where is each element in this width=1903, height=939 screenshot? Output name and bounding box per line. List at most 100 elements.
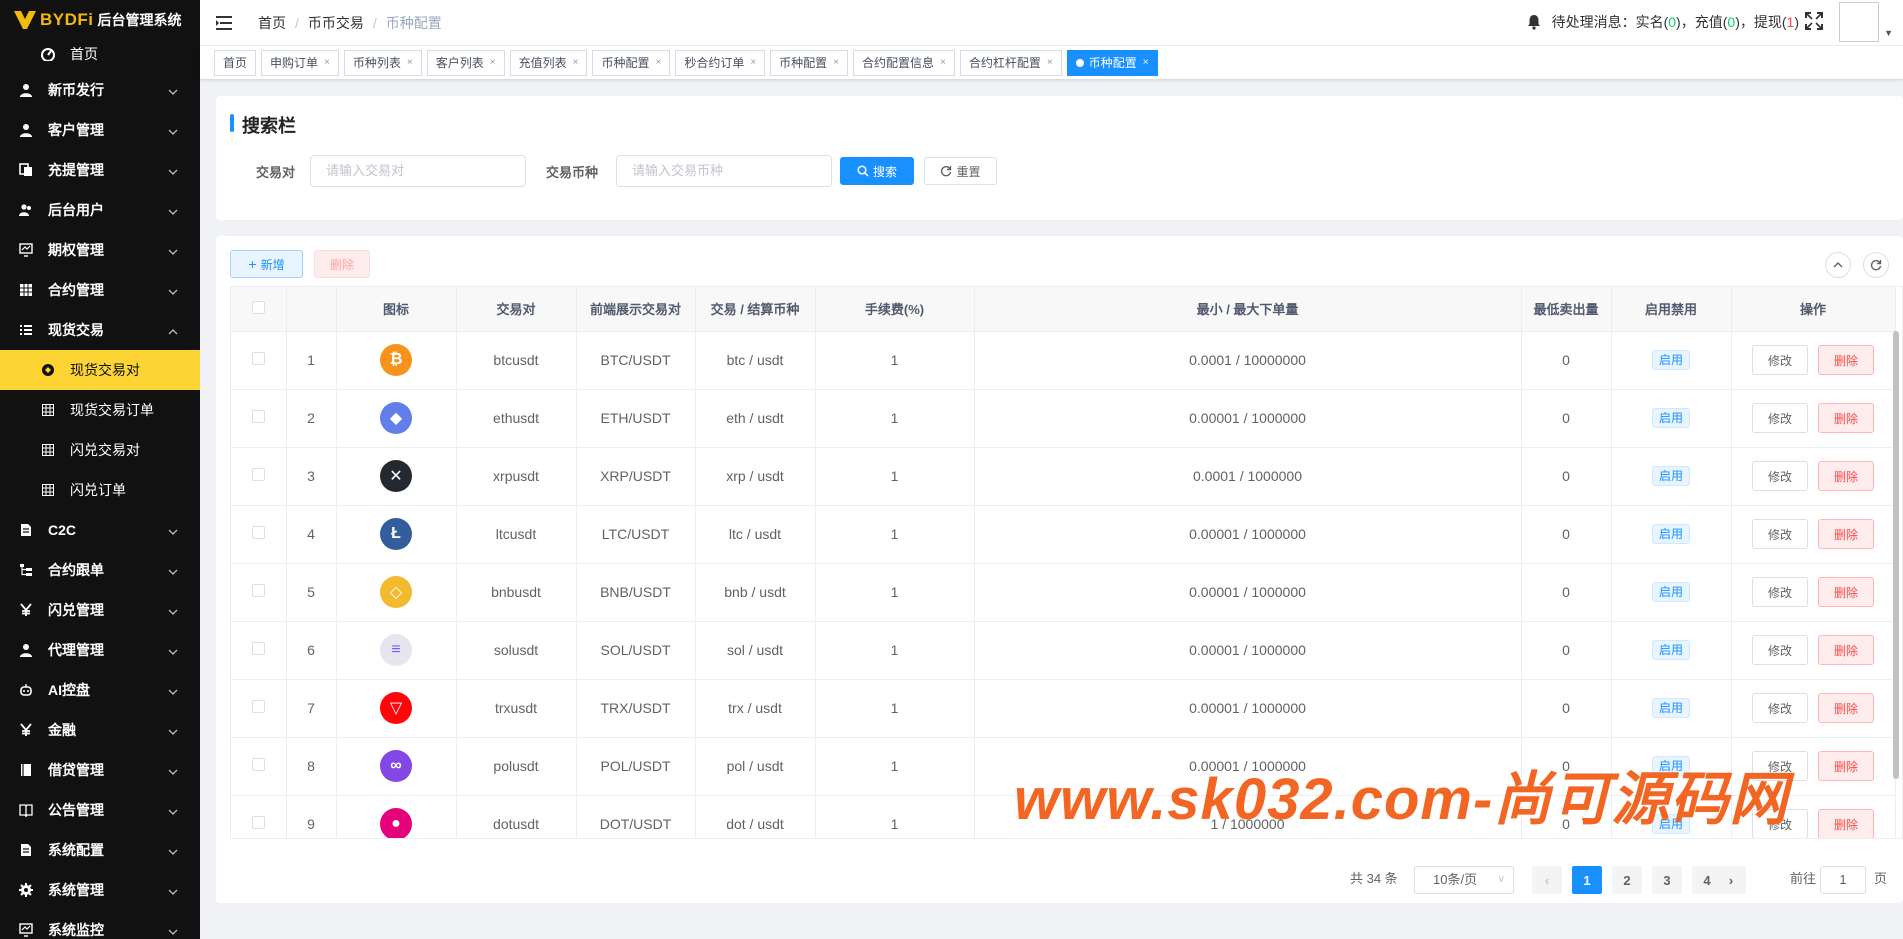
delete-button[interactable]: 删除 <box>1818 519 1874 549</box>
row-checkbox[interactable] <box>251 700 265 713</box>
pair-search-input[interactable]: 请输入交易对 <box>310 155 526 187</box>
sidebar-menu-item[interactable]: 系统配置 <box>0 830 200 870</box>
breadcrumb-item[interactable]: 币币交易 <box>308 13 364 33</box>
close-icon[interactable]: × <box>324 51 330 75</box>
sidebar-item-home[interactable]: 首页 <box>0 38 200 70</box>
add-button[interactable]: + 新增 <box>230 250 303 278</box>
sidebar-menu-item[interactable]: AI控盘 <box>0 670 200 710</box>
delete-button[interactable]: 删除 <box>1818 635 1874 665</box>
sidebar-menu-item[interactable]: 系统管理 <box>0 870 200 910</box>
sidebar-subitem[interactable]: 闪兑订单 <box>0 470 200 510</box>
sidebar-menu-item[interactable]: 公告管理 <box>0 790 200 830</box>
tag-item[interactable]: 秒合约订单 × <box>675 49 766 76</box>
row-checkbox[interactable] <box>251 410 265 423</box>
close-icon[interactable]: × <box>1047 51 1053 75</box>
sidebar-menu-item[interactable]: 现货交易 <box>0 310 200 350</box>
edit-button[interactable]: 修改 <box>1752 345 1808 375</box>
row-checkbox[interactable] <box>251 584 265 597</box>
tag-item[interactable]: 充值列表 × <box>509 49 588 76</box>
sidebar-menu-item[interactable]: C2C <box>0 510 200 550</box>
edit-button[interactable]: 修改 <box>1752 635 1808 665</box>
notice-kyc[interactable]: 实名 <box>1636 12 1664 32</box>
sidebar-menu-item[interactable]: 代理管理 <box>0 630 200 670</box>
sidebar-menu-item[interactable]: 后台用户 <box>0 190 200 230</box>
edit-button[interactable]: 修改 <box>1752 577 1808 607</box>
reset-button[interactable]: 重置 <box>924 157 997 185</box>
tag-item[interactable]: 合约杠杆配置 × <box>959 49 1062 76</box>
status-badge[interactable]: 启用 <box>1651 582 1690 602</box>
close-icon[interactable]: × <box>833 51 839 75</box>
coin-search-input[interactable]: 请输入交易币种 <box>616 155 832 187</box>
caret-down-icon[interactable]: ▼ <box>1884 28 1893 38</box>
sidebar-menu-item[interactable]: 合约跟单 <box>0 550 200 590</box>
tag-item[interactable]: 客户列表 × <box>426 49 505 76</box>
delete-button[interactable]: 删除 <box>1818 751 1874 781</box>
row-checkbox[interactable] <box>251 758 265 771</box>
delete-button[interactable]: 删除 <box>1818 577 1874 607</box>
edit-button[interactable]: 修改 <box>1752 403 1808 433</box>
refresh-table-button[interactable] <box>1863 252 1889 278</box>
edit-button[interactable]: 修改 <box>1752 519 1808 549</box>
row-checkbox[interactable] <box>251 816 265 829</box>
sidebar-subitem[interactable]: 现货交易订单 <box>0 390 200 430</box>
page-number-button[interactable]: 2 <box>1612 866 1642 894</box>
sidebar-menu-item[interactable]: 合约管理 <box>0 270 200 310</box>
sidebar-menu-item[interactable]: 充提管理 <box>0 150 200 190</box>
goto-page-input[interactable]: 1 <box>1820 866 1866 894</box>
table-scrollbar[interactable] <box>1893 331 1899 779</box>
batch-delete-button[interactable]: 删除 <box>314 250 370 278</box>
sidebar-menu-item[interactable]: 期权管理 <box>0 230 200 270</box>
tag-item[interactable]: 币种列表 × <box>343 49 422 76</box>
page-size-select[interactable]: 10条/页 ∨ <box>1414 866 1514 894</box>
delete-button[interactable]: 删除 <box>1818 403 1874 433</box>
tag-item[interactable]: 币种配置 × <box>1066 49 1158 76</box>
sidebar-menu-item[interactable]: 客户管理 <box>0 110 200 150</box>
breadcrumb-item[interactable]: 首页 <box>258 13 286 33</box>
row-checkbox[interactable] <box>251 642 265 655</box>
sidebar-menu-item[interactable]: 新币发行 <box>0 70 200 110</box>
next-page-button[interactable]: › <box>1716 866 1746 894</box>
delete-button[interactable]: 删除 <box>1818 809 1874 838</box>
fullscreen-icon[interactable] <box>1805 12 1823 30</box>
notice-deposit[interactable]: 充值 <box>1695 12 1723 32</box>
status-badge[interactable]: 启用 <box>1651 698 1690 718</box>
tag-item[interactable]: 申购订单 × <box>261 49 339 76</box>
page-number-button[interactable]: 1 <box>1572 866 1602 894</box>
tag-item[interactable]: 首页 <box>214 49 257 76</box>
sidebar-subitem[interactable]: 现货交易对 <box>0 350 200 390</box>
tag-item[interactable]: 合约配置信息 × <box>853 49 955 76</box>
close-icon[interactable]: × <box>407 51 413 75</box>
close-icon[interactable]: × <box>940 51 946 75</box>
status-badge[interactable]: 启用 <box>1651 640 1690 660</box>
notice-withdraw[interactable]: 提现 <box>1754 12 1782 32</box>
status-badge[interactable]: 启用 <box>1651 466 1690 486</box>
toggle-search-button[interactable] <box>1825 252 1851 278</box>
select-all-checkbox[interactable] <box>251 300 265 314</box>
search-button[interactable]: 搜索 <box>840 157 914 185</box>
delete-button[interactable]: 删除 <box>1818 345 1874 375</box>
row-checkbox[interactable] <box>251 468 265 481</box>
sidebar-menu-item[interactable]: 系统监控 <box>0 910 200 939</box>
tag-item[interactable]: 币种配置 × <box>592 49 671 76</box>
close-icon[interactable]: × <box>490 51 496 75</box>
edit-button[interactable]: 修改 <box>1752 461 1808 491</box>
row-checkbox[interactable] <box>251 526 265 539</box>
bell-icon[interactable] <box>1526 14 1542 30</box>
sidebar-menu-item[interactable]: 借贷管理 <box>0 750 200 790</box>
close-icon[interactable]: × <box>655 51 661 75</box>
row-checkbox[interactable] <box>251 352 265 365</box>
page-number-button[interactable]: 3 <box>1652 866 1682 894</box>
status-badge[interactable]: 启用 <box>1651 408 1690 428</box>
status-badge[interactable]: 启用 <box>1651 350 1690 370</box>
prev-page-button[interactable]: ‹ <box>1532 866 1562 894</box>
avatar[interactable] <box>1839 2 1879 42</box>
delete-button[interactable]: 删除 <box>1818 693 1874 723</box>
close-icon[interactable]: × <box>573 51 579 75</box>
sidebar-menu-item[interactable]: 闪兑管理 <box>0 590 200 630</box>
close-icon[interactable]: × <box>750 51 756 75</box>
delete-button[interactable]: 删除 <box>1818 461 1874 491</box>
edit-button[interactable]: 修改 <box>1752 693 1808 723</box>
sidebar-menu-item[interactable]: 金融 <box>0 710 200 750</box>
status-badge[interactable]: 启用 <box>1651 524 1690 544</box>
tag-item[interactable]: 币种配置 × <box>770 49 849 76</box>
